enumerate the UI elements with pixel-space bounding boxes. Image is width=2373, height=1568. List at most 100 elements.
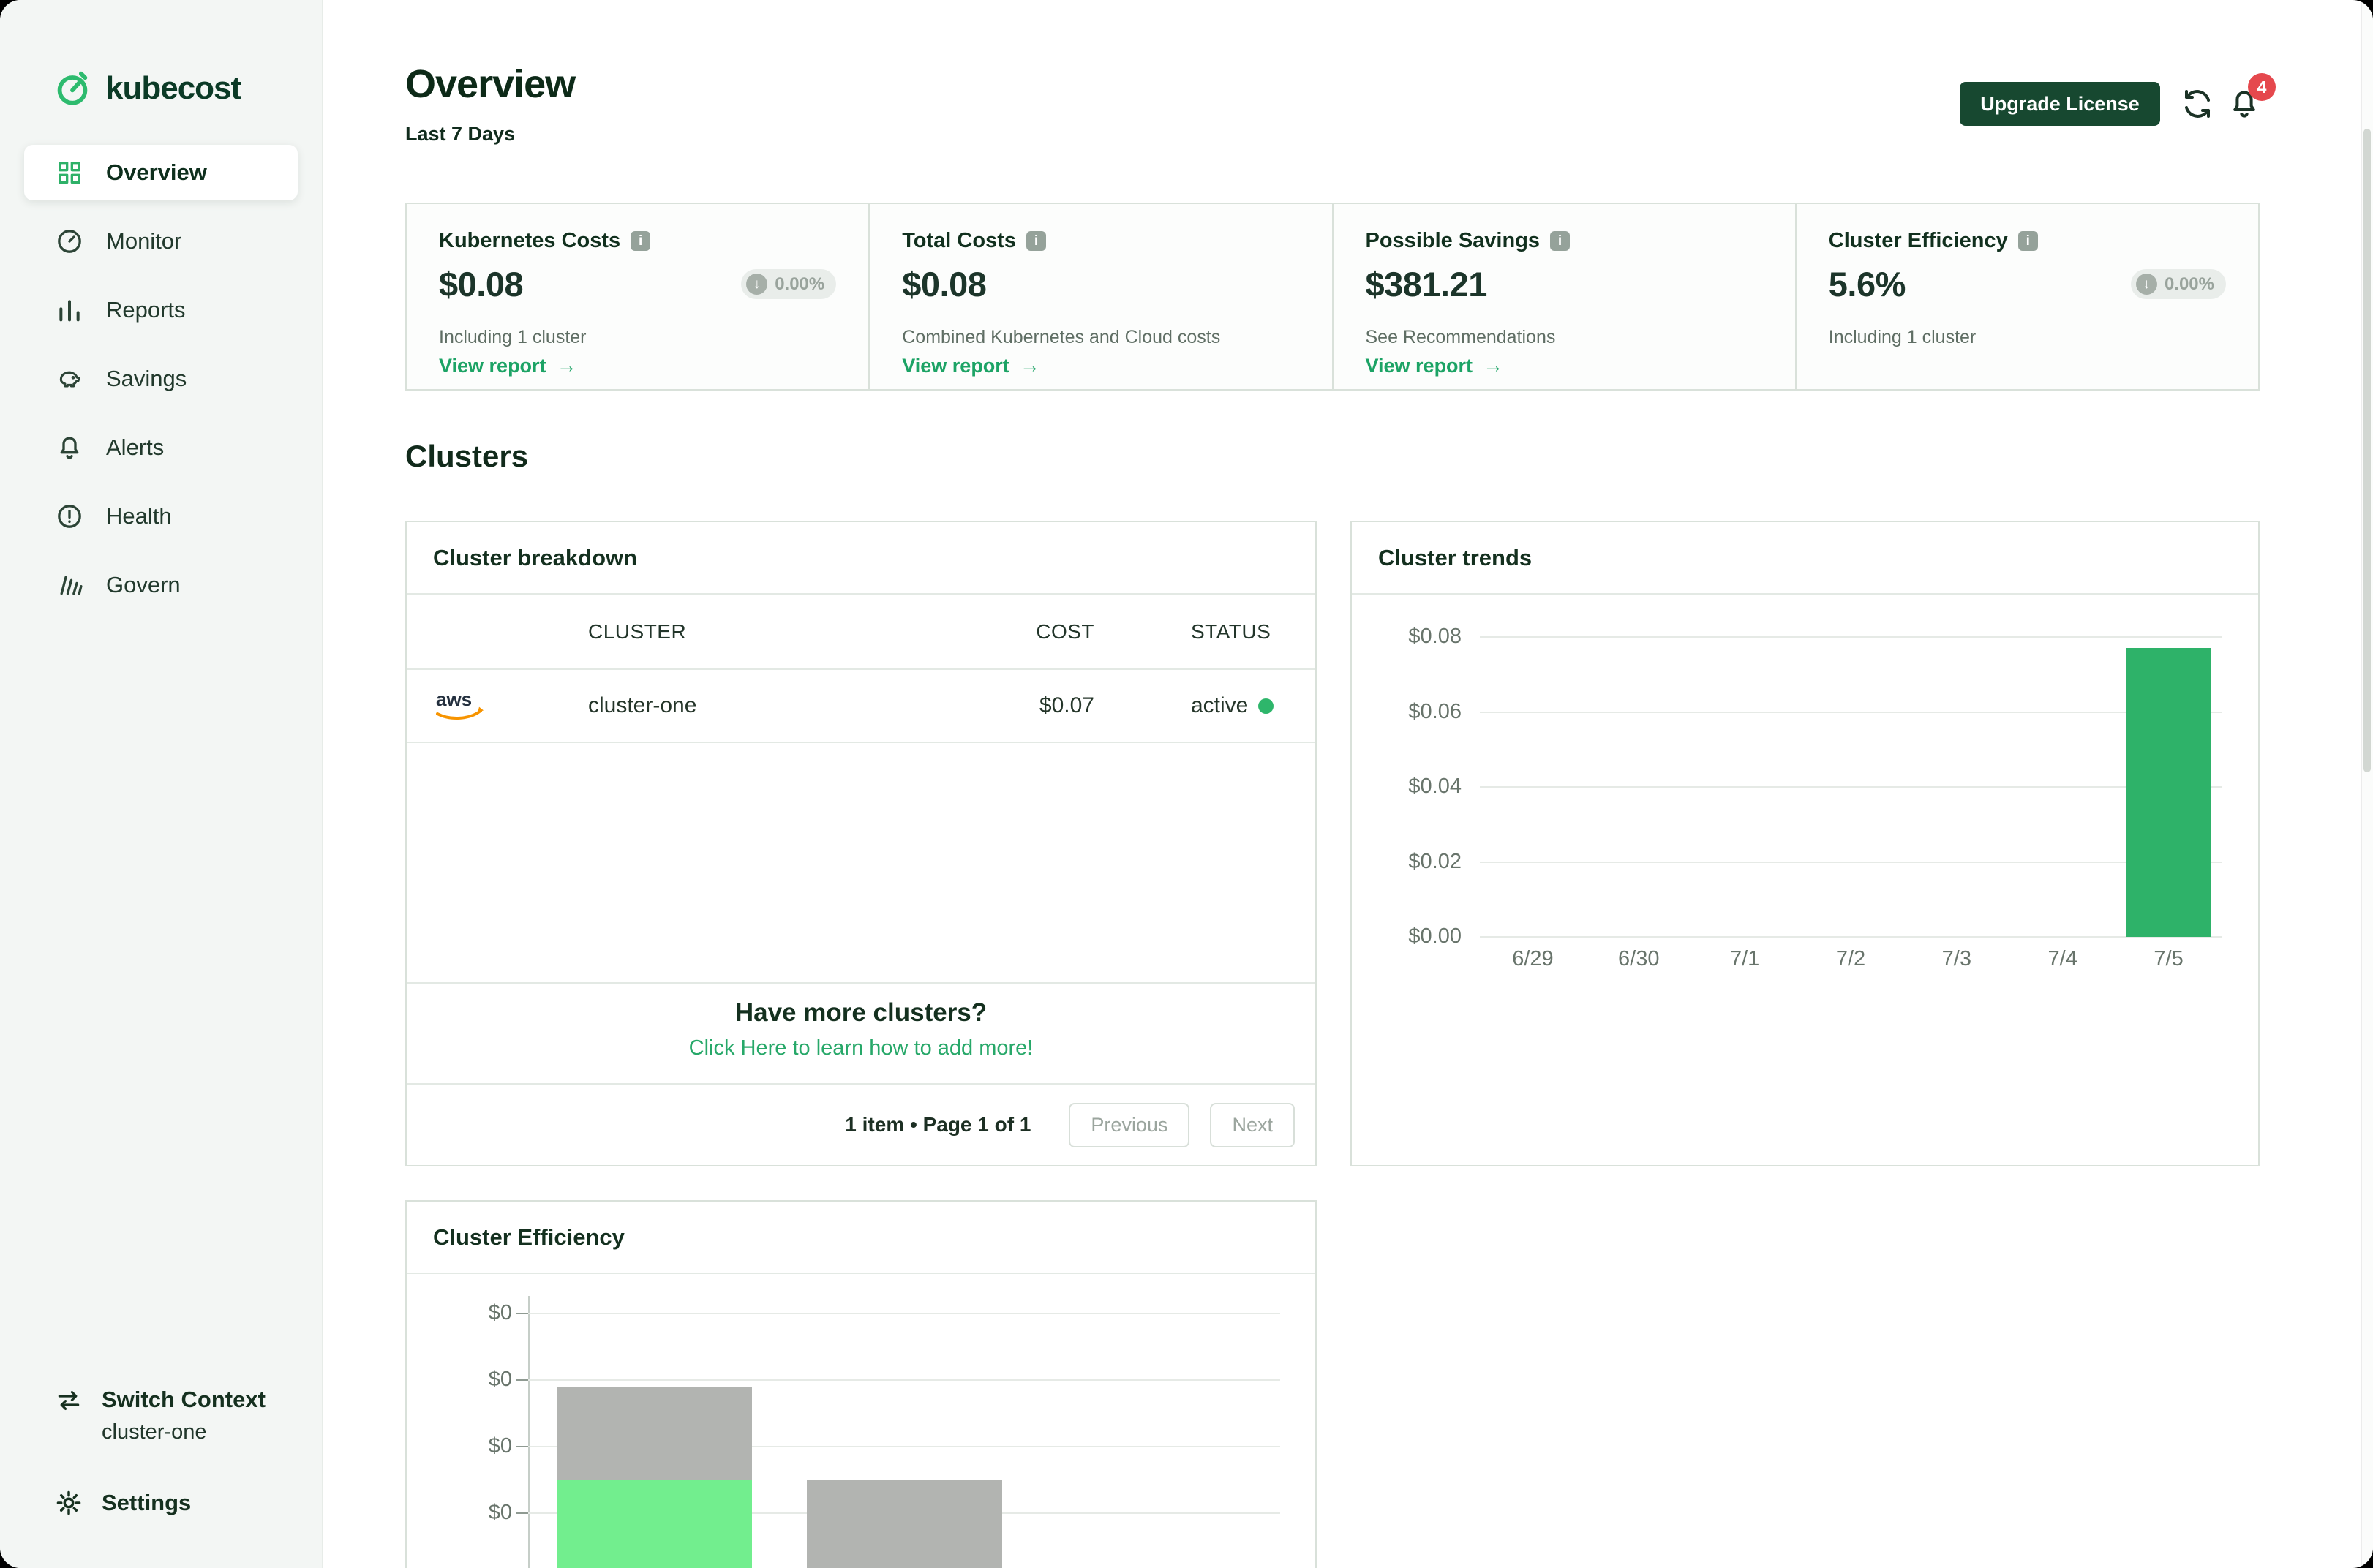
stat-note: Combined Kubernetes and Cloud costs [902, 327, 1220, 348]
down-arrow-icon: ↓ [746, 274, 767, 295]
clusters-heading: Clusters [405, 439, 528, 474]
view-report-link[interactable]: View report→ [902, 354, 1040, 377]
bell-icon [55, 433, 84, 462]
sidebar-item-label: Reports [106, 297, 186, 323]
y-axis-label: $0 [407, 1301, 512, 1325]
efficiency-bar-efficient [557, 1480, 752, 1568]
stat-note: See Recommendations [1366, 327, 1556, 348]
date-range-label: Last 7 Days [405, 123, 515, 146]
switch-context-icon [55, 1387, 83, 1414]
info-icon[interactable]: i [2018, 231, 2038, 251]
sidebar-item-overview[interactable]: Overview [24, 145, 298, 200]
axis-tick [516, 1313, 528, 1314]
sidebar-item-label: Alerts [106, 434, 164, 461]
piggy-bank-icon [55, 364, 84, 393]
cluster-efficiency-title: Cluster Efficiency [433, 1224, 625, 1251]
stat-header: Kubernetes Costs i [439, 229, 836, 253]
sidebar-item-health[interactable]: Health [24, 489, 298, 544]
current-context: cluster-one [102, 1420, 266, 1444]
table-body: awscluster-one$0.07active [407, 670, 1315, 743]
cluster-efficiency-chart: $0$0$0$0 [407, 1274, 1315, 1568]
stat-value: $0.08 [902, 264, 986, 304]
x-axis-label: 7/3 [1902, 947, 2012, 971]
x-axis-label: 6/30 [1584, 947, 1693, 971]
info-icon[interactable]: i [1550, 231, 1570, 251]
stat-label: Total Costs [902, 229, 1016, 253]
x-axis-label: 7/4 [2008, 947, 2118, 971]
view-report-label: View report [439, 355, 546, 377]
gridline [1480, 786, 2222, 788]
column-header-cost: COST [407, 620, 1094, 644]
stat-value-row: $381.21 [1366, 264, 1763, 304]
sidebar-item-savings[interactable]: Savings [24, 351, 298, 407]
sidebar: kubecost Overview Monitor Reports Savings Al… [0, 0, 323, 1568]
bar-chart-icon [55, 295, 84, 325]
sidebar-item-label: Monitor [106, 228, 181, 255]
cluster-breakdown-title-row: Cluster breakdown [407, 522, 1315, 595]
notifications-bell-icon[interactable]: 4 [2227, 86, 2262, 121]
view-report-link[interactable]: View report→ [1366, 354, 1504, 377]
settings-label: Settings [102, 1490, 191, 1516]
y-axis-label: $0 [407, 1434, 512, 1458]
stat-label: Possible Savings [1366, 229, 1541, 253]
sidebar-nav: Overview Monitor Reports Savings Alerts Healt… [24, 145, 298, 626]
stat-label: Kubernetes Costs [439, 229, 620, 253]
kubecost-logo-icon [51, 67, 94, 110]
next-page-button[interactable]: Next [1210, 1103, 1295, 1147]
stat-value-row: 5.6%↓0.00% [1829, 264, 2226, 304]
add-clusters-link[interactable]: Click Here to learn how to add more! [407, 1036, 1315, 1060]
y-axis-label: $0 [407, 1368, 512, 1392]
trend-bar [2126, 648, 2211, 937]
cluster-trends-title: Cluster trends [1378, 545, 1532, 571]
change-value: 0.00% [775, 274, 824, 295]
pagination-row: 1 item • Page 1 of 1 Previous Next [407, 1083, 1315, 1165]
x-axis-label: 7/2 [1796, 947, 1906, 971]
table-empty-space [407, 743, 1315, 982]
arrow-right-icon: → [1483, 354, 1503, 377]
refresh-icon[interactable] [2180, 86, 2215, 121]
page-title: Overview [405, 61, 575, 107]
kubecost-logo: kubecost [51, 67, 241, 110]
sidebar-item-reports[interactable]: Reports [24, 282, 298, 338]
grid-icon [55, 158, 84, 187]
upgrade-license-button[interactable]: Upgrade License [1960, 82, 2160, 126]
sidebar-item-alerts[interactable]: Alerts [24, 420, 298, 475]
brand-name: kubecost [105, 70, 241, 107]
stat-header: Possible Savings i [1366, 229, 1763, 253]
switch-context-button[interactable]: Switch Context cluster-one [55, 1387, 266, 1444]
scrollbar-thumb[interactable] [2363, 129, 2371, 772]
switch-context-label: Switch Context [102, 1387, 266, 1413]
sidebar-item-monitor[interactable]: Monitor [24, 214, 298, 269]
stat-card-possible-savings: Possible Savings i $381.21 See Recommendati… [1332, 204, 1795, 389]
sidebar-item-label: Govern [106, 572, 181, 598]
stats-row: Kubernetes Costsi$0.08↓0.00%Including 1 … [405, 203, 2260, 391]
sidebar-item-label: Savings [106, 366, 187, 392]
info-icon[interactable]: i [1026, 231, 1046, 251]
kubecost-app: kubecost Overview Monitor Reports Savings Al… [0, 0, 2373, 1568]
view-report-link[interactable]: View report→ [439, 354, 577, 377]
axis-tick [516, 1512, 528, 1514]
column-header-status: STATUS [1191, 620, 1271, 644]
axis-tick [516, 1379, 528, 1381]
cluster-status: active [1191, 693, 1274, 718]
y-axis-label: $0.08 [1352, 625, 1462, 649]
gauge-icon [55, 227, 84, 256]
table-row[interactable]: awscluster-one$0.07active [407, 670, 1315, 743]
sidebar-item-govern[interactable]: Govern [24, 557, 298, 613]
arrow-right-icon: → [1020, 354, 1040, 377]
change-value: 0.00% [2165, 274, 2214, 295]
cluster-breakdown-title: Cluster breakdown [433, 545, 637, 571]
x-axis-label: 7/1 [1690, 947, 1800, 971]
y-axis-label: $0.00 [1352, 924, 1462, 949]
previous-page-button[interactable]: Previous [1069, 1103, 1189, 1147]
gridline [528, 1313, 1280, 1314]
sidebar-item-settings[interactable]: Settings [55, 1489, 191, 1517]
stat-card-cluster-efficiency: Cluster Efficiencyi5.6%↓0.00%Including 1… [1795, 204, 2258, 389]
gridline [1480, 712, 2222, 713]
info-icon[interactable]: i [631, 231, 650, 251]
x-axis-label: 7/5 [2114, 947, 2224, 971]
change-badge: ↓0.00% [2131, 269, 2226, 299]
y-axis-line [528, 1296, 530, 1568]
table-header-row: CLUSTERCOSTSTATUS [407, 595, 1315, 670]
stat-value: $0.08 [439, 264, 523, 304]
